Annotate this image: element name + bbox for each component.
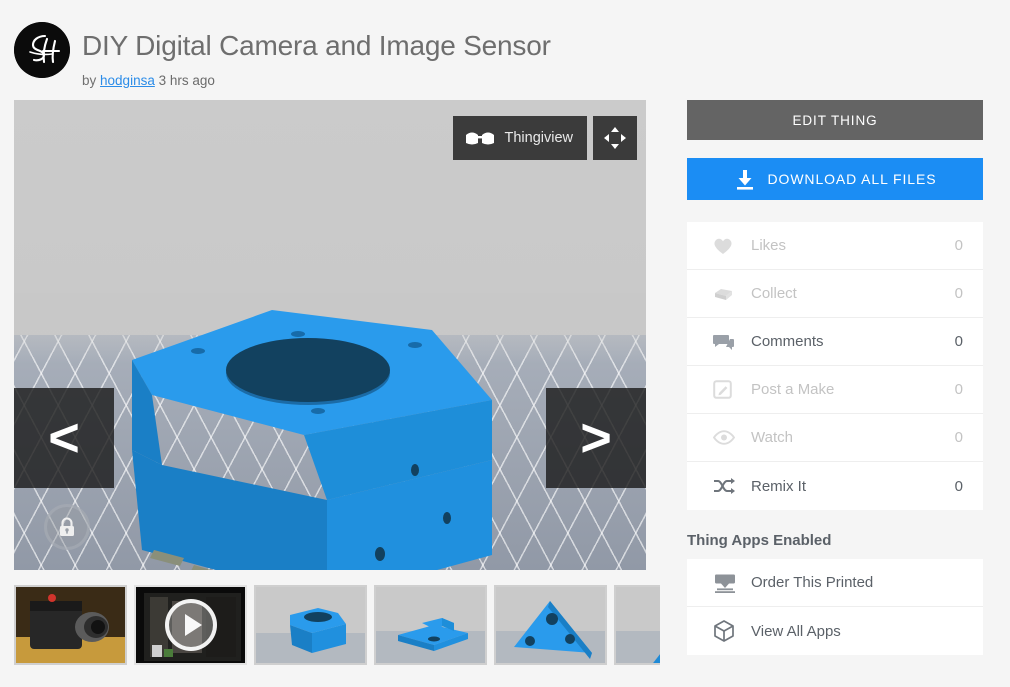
stat-label: Watch bbox=[751, 429, 793, 446]
stat-label: Remix It bbox=[751, 477, 807, 495]
3d-model[interactable] bbox=[132, 300, 552, 570]
app-label: Order This Printed bbox=[751, 574, 874, 591]
thingiview-button[interactable]: Thingiview bbox=[452, 116, 587, 160]
avatar[interactable] bbox=[14, 22, 70, 78]
printer-order-icon bbox=[713, 573, 751, 593]
play-triangle-icon bbox=[185, 614, 202, 636]
thing-apps-heading: Thing Apps Enabled bbox=[687, 532, 832, 549]
download-all-files-button[interactable]: DOWNLOAD ALL FILES bbox=[687, 158, 983, 200]
eye-icon bbox=[713, 430, 751, 445]
render-base-icon bbox=[376, 587, 485, 663]
sh-monogram-avatar-icon bbox=[14, 22, 70, 78]
stat-row-likes[interactable]: Likes 0 bbox=[687, 222, 983, 270]
stat-label: Comments bbox=[751, 333, 824, 350]
edit-square-icon bbox=[713, 380, 751, 399]
stat-label: Collect bbox=[751, 285, 797, 302]
page-header: DIY Digital Camera and Image Sensor by h… bbox=[14, 12, 654, 92]
stat-count: 0 bbox=[954, 285, 963, 302]
stat-label: Post a Make bbox=[751, 381, 835, 398]
timestamp: 3 hrs ago bbox=[158, 73, 215, 88]
stat-count: 0 bbox=[954, 429, 963, 446]
previous-arrow-icon: < bbox=[48, 408, 80, 468]
camera-photo-icon bbox=[16, 587, 125, 663]
thingiview-label: Thingiview bbox=[504, 130, 574, 146]
download-icon bbox=[736, 170, 753, 190]
thumbnail-strip bbox=[14, 585, 660, 665]
render-partial-icon bbox=[616, 587, 660, 663]
stat-label: Likes bbox=[751, 237, 787, 254]
app-row-order-this-printed[interactable]: Order This Printed bbox=[687, 559, 983, 607]
model-viewer[interactable]: < > Thingiview bbox=[14, 100, 646, 570]
stats-card: Likes 0 Collect 0 Comments 0 Post a Make… bbox=[687, 222, 983, 510]
app-row-view-all-apps[interactable]: View All Apps bbox=[687, 607, 983, 655]
lock-camera-button[interactable] bbox=[44, 504, 90, 550]
render-base-thumbnail[interactable] bbox=[374, 585, 487, 665]
comment-icon bbox=[713, 333, 751, 351]
byline: by hodginsa 3 hrs ago bbox=[82, 73, 215, 88]
stat-row-post-a-make[interactable]: Post a Make 0 bbox=[687, 366, 983, 414]
video-thumbnail[interactable] bbox=[134, 585, 247, 665]
stat-row-comments[interactable]: Comments 0 bbox=[687, 318, 983, 366]
collection-icon bbox=[713, 285, 751, 303]
3d-glasses-icon bbox=[465, 132, 494, 144]
app-label: View All Apps bbox=[751, 622, 841, 640]
stat-count: 0 bbox=[954, 333, 963, 350]
sidebar: EDIT THING DOWNLOAD ALL FILES Likes 0 Co… bbox=[687, 100, 983, 655]
stat-count: 0 bbox=[954, 381, 963, 398]
thing-detail-page: DIY Digital Camera and Image Sensor by h… bbox=[0, 0, 1010, 687]
stat-count: 0 bbox=[954, 237, 963, 254]
edit-thing-button[interactable]: EDIT THING bbox=[687, 100, 983, 140]
lock-icon bbox=[60, 517, 74, 536]
render-box-icon bbox=[256, 587, 365, 663]
page-title: DIY Digital Camera and Image Sensor bbox=[82, 30, 551, 61]
next-image-button[interactable]: > bbox=[546, 388, 646, 488]
viewer-toolbar: Thingiview bbox=[452, 116, 637, 160]
fullscreen-button[interactable] bbox=[593, 116, 637, 160]
download-label: DOWNLOAD ALL FILES bbox=[767, 171, 937, 187]
heart-icon bbox=[713, 237, 751, 255]
render-partial-thumbnail[interactable] bbox=[614, 585, 660, 665]
render-triangle-icon bbox=[496, 587, 605, 663]
fullscreen-expand-icon bbox=[604, 127, 626, 149]
camera-photo-thumbnail[interactable] bbox=[14, 585, 127, 665]
byline-prefix: by bbox=[82, 73, 97, 88]
stat-row-watch[interactable]: Watch 0 bbox=[687, 414, 983, 462]
stat-row-collect[interactable]: Collect 0 bbox=[687, 270, 983, 318]
render-triangle-thumbnail[interactable] bbox=[494, 585, 607, 665]
stat-row-remix-it[interactable]: Remix It 0 bbox=[687, 462, 983, 510]
stat-count: 0 bbox=[954, 477, 963, 495]
play-button[interactable] bbox=[164, 599, 217, 651]
author-link[interactable]: hodginsa bbox=[100, 73, 155, 88]
previous-image-button[interactable]: < bbox=[14, 388, 114, 488]
camera-housing-model-icon bbox=[132, 310, 492, 570]
cube-icon bbox=[713, 620, 751, 642]
thing-apps-card: Order This Printed View All Apps bbox=[687, 559, 983, 655]
next-arrow-icon: > bbox=[580, 408, 612, 468]
shuffle-icon bbox=[713, 477, 751, 495]
render-box-thumbnail[interactable] bbox=[254, 585, 367, 665]
